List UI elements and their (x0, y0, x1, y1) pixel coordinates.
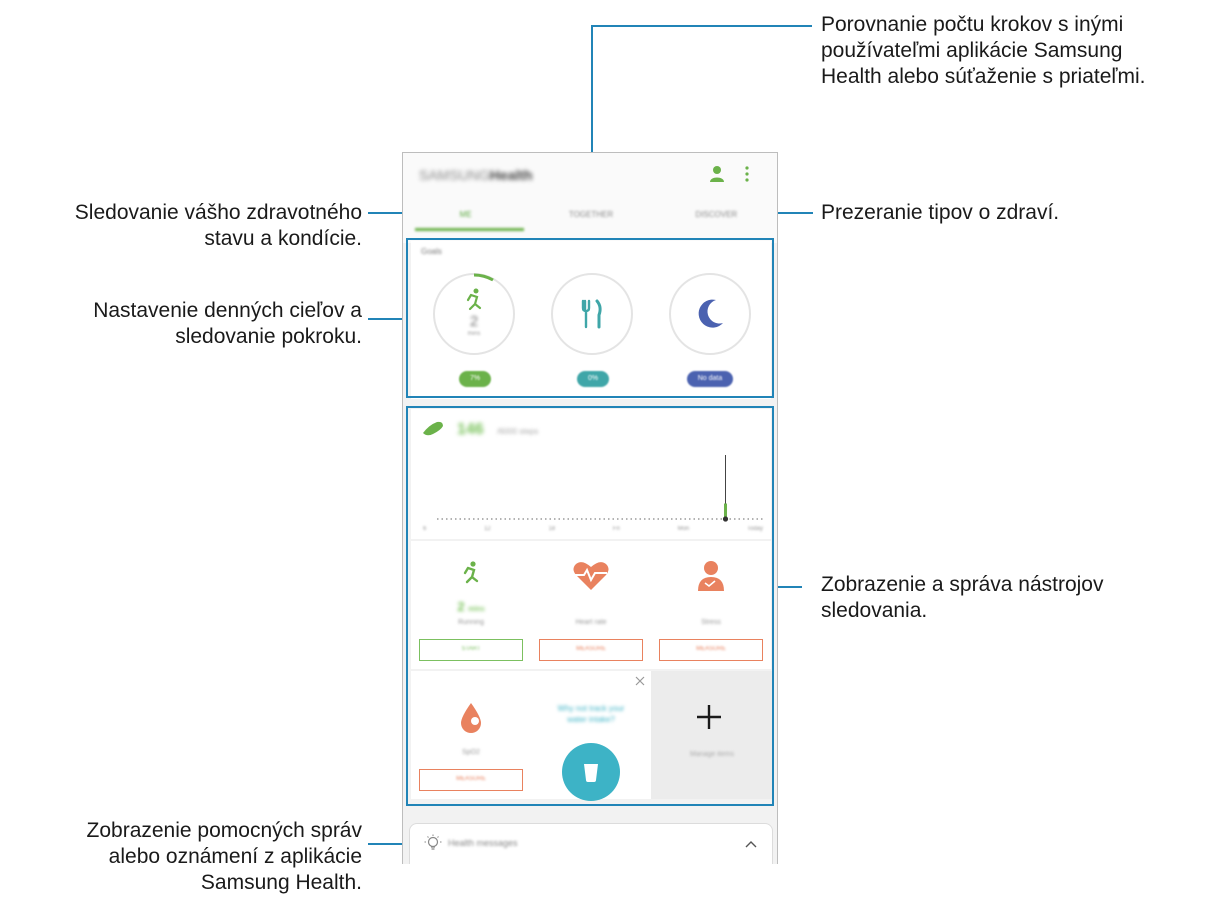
callout-line: Nastavenie denných cieľov a (93, 299, 362, 322)
callout-line: Zobrazenie a správa nástrojov (821, 573, 1104, 596)
health-messages-bar[interactable]: Health messages (409, 823, 773, 864)
tab-bar: ME TOGETHER DISCOVER (403, 203, 777, 233)
profile-icon[interactable] (709, 165, 725, 183)
callout-trackers: Zobrazenie a správa nástrojov sledovania… (821, 572, 1104, 624)
tab-discover[interactable]: DISCOVER (654, 203, 777, 233)
goals-highlight-box (406, 238, 774, 398)
callout-compare-steps: Porovnanie počtu krokov s inými používat… (821, 12, 1146, 90)
app-title-name: Health (489, 167, 533, 183)
trackers-highlight-box (406, 406, 774, 806)
app-title: SAMSUNGHealth (419, 167, 533, 183)
callout-tips: Prezeranie tipov o zdraví. (821, 200, 1059, 226)
callout-line: sledovanie pokroku. (175, 325, 362, 348)
app-title-prefix: SAMSUNG (419, 167, 490, 183)
callout-line: Health alebo súťaženie s priateľmi. (821, 65, 1146, 88)
tab-me[interactable]: ME (403, 203, 528, 233)
callout-line: Sledovanie vášho zdravotného (74, 201, 362, 224)
health-messages-label: Health messages (448, 838, 518, 848)
app-bar: SAMSUNGHealth ME TOGETHER DISCOVER (403, 153, 777, 243)
callout-messages: Zobrazenie pomocných správ alebo oznámen… (0, 818, 362, 896)
callout-line: stavu a kondície. (204, 227, 362, 250)
chevron-up-icon[interactable] (744, 838, 758, 850)
callout-line: používateľmi aplikácie Samsung (821, 39, 1123, 62)
callout-line: Zobrazenie pomocných správ (86, 819, 362, 842)
leader-line-compare (592, 25, 812, 27)
callout-line: Samsung Health. (200, 871, 362, 894)
callout-line: Prezeranie tipov o zdraví. (821, 201, 1060, 224)
lightbulb-icon (424, 834, 442, 850)
callout-goals: Nastavenie denných cieľov a sledovanie p… (0, 298, 362, 350)
more-options-icon[interactable] (743, 165, 751, 183)
callout-line: alebo oznámení z aplikácie (108, 845, 362, 868)
callout-track-health: Sledovanie vášho zdravotného stavu a kon… (0, 200, 362, 252)
tab-together[interactable]: TOGETHER (528, 203, 653, 233)
callout-line: sledovania. (821, 599, 928, 622)
callout-line: Porovnanie počtu krokov s inými (821, 13, 1124, 36)
leader-line-trackers (774, 586, 802, 588)
